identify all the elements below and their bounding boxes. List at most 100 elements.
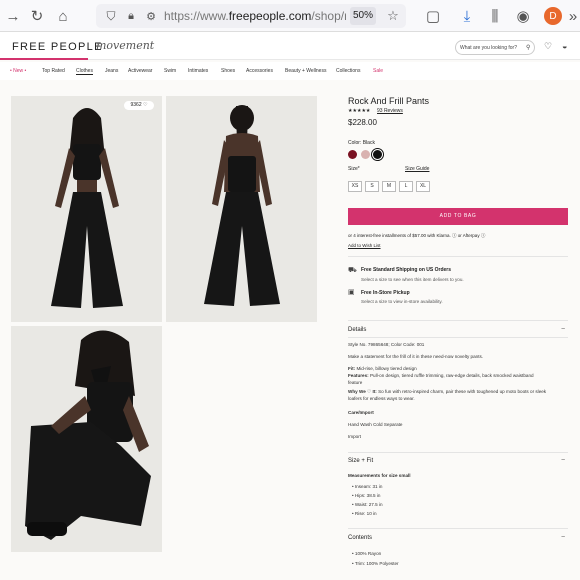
account-icon[interactable]: ◉ bbox=[514, 7, 532, 25]
care-heading: Care/Import bbox=[348, 410, 374, 415]
size-guide-link[interactable]: Size Guide bbox=[405, 166, 429, 172]
size-l[interactable]: L bbox=[399, 181, 413, 192]
import-text: Import bbox=[348, 434, 362, 439]
contents-item: • 100% Rayon bbox=[352, 551, 382, 556]
size-xl[interactable]: XL bbox=[416, 181, 430, 192]
nav-beauty[interactable]: Beauty + Wellness bbox=[285, 68, 326, 74]
movement-logo[interactable]: movement bbox=[96, 39, 154, 52]
nav-sale[interactable]: Sale bbox=[373, 68, 383, 74]
features-label: Features: bbox=[348, 373, 369, 378]
nav-shoes[interactable]: Shoes bbox=[221, 68, 235, 74]
menu-icon[interactable]: » bbox=[564, 7, 580, 25]
product-photo-back[interactable] bbox=[166, 96, 317, 322]
collapse-size-fit-icon[interactable]: − bbox=[561, 457, 565, 464]
pocket-icon[interactable]: ▢ bbox=[424, 7, 442, 25]
features-cont: feature bbox=[348, 380, 363, 385]
shipping-title: Free Standard Shipping on US Orders bbox=[361, 267, 452, 273]
store-pickup-icon: ▣ bbox=[348, 289, 355, 296]
permissions-icon[interactable]: ⚙ bbox=[142, 7, 160, 25]
search-icon[interactable]: ⚲ bbox=[526, 44, 530, 51]
measurement-item: • Rise: 10 in bbox=[352, 511, 377, 516]
bookmark-star-icon[interactable]: ☆ bbox=[384, 7, 402, 25]
brand-logo[interactable]: FREE PEOPLE bbox=[12, 41, 103, 53]
nav-clothes[interactable]: Clothes bbox=[76, 68, 93, 75]
why-cont: loafers for endless ways to wear. bbox=[348, 396, 415, 401]
details-heading[interactable]: Details bbox=[348, 327, 366, 333]
nav-intimates[interactable]: Intimates bbox=[188, 68, 208, 74]
reload-icon[interactable]: ↻ bbox=[28, 7, 46, 25]
measurement-item: • Hips: 38.5 in bbox=[352, 493, 381, 498]
fit-text: Mid-rise, billowy tiered design bbox=[356, 366, 417, 371]
home-icon[interactable]: ⌂ bbox=[54, 7, 72, 25]
url-path: /shop/ro bbox=[311, 9, 346, 23]
pickup-text: Select a size to view in-store availabil… bbox=[361, 299, 443, 304]
url-domain: freepeople.com bbox=[228, 9, 312, 23]
swatch-pink[interactable] bbox=[361, 150, 370, 159]
library-icon[interactable]: ⫼ bbox=[486, 7, 504, 25]
rayon-text: 100% Rayon bbox=[354, 551, 382, 556]
model-back-figure bbox=[204, 105, 280, 306]
model-front-figure bbox=[51, 108, 123, 308]
collapse-contents-icon[interactable]: − bbox=[561, 534, 565, 541]
size-fit-heading[interactable]: Size + Fit bbox=[348, 458, 373, 464]
divider bbox=[348, 256, 568, 257]
size-label: Size* bbox=[348, 166, 360, 172]
product-photo-seated[interactable] bbox=[11, 326, 162, 552]
collapse-details-icon[interactable]: − bbox=[561, 326, 565, 333]
care-text: Hand Wash Cold Separate bbox=[348, 422, 403, 427]
product-title: Rock And Frill Pants bbox=[348, 96, 430, 106]
size-s[interactable]: S bbox=[365, 181, 379, 192]
measurement-item: • Inseam: 31 in bbox=[352, 484, 383, 489]
style-number: Style No. 79865648; Color Code: 001 bbox=[348, 342, 425, 347]
nav-accessories[interactable]: Accessories bbox=[246, 68, 273, 74]
wishlist-heart-icon[interactable]: ♡ bbox=[544, 41, 552, 52]
browser-toolbar: → ↻ ⌂ ⛉ 🔒︎ ⚙ https://www.freepeople.com/… bbox=[0, 0, 580, 32]
reviews-link[interactable]: 93 Reviews bbox=[377, 108, 403, 114]
features-line: Features: Pull-on design, tiered ruffle … bbox=[348, 373, 534, 379]
nav-swim[interactable]: Swim bbox=[164, 68, 176, 74]
add-to-bag-button[interactable]: ADD TO BAG bbox=[348, 208, 568, 225]
search-input[interactable]: What are you looking for? bbox=[455, 40, 535, 55]
product-photo-front[interactable]: 9362 ♡ bbox=[11, 96, 162, 322]
product-tagline: Make a statement for the frill of it in … bbox=[348, 354, 484, 359]
inseam-text: Inseam: 31 in bbox=[354, 484, 383, 489]
nav-top-rated[interactable]: Top Rated bbox=[42, 68, 65, 74]
rise-text: Rise: 10 in bbox=[354, 511, 377, 516]
measurement-item: • Waist: 27.5 in bbox=[352, 502, 383, 507]
model-seated-figure bbox=[25, 330, 151, 540]
zoom-level[interactable]: 50% bbox=[350, 7, 376, 25]
trim-text: Trim: 100% Polyester bbox=[354, 561, 399, 566]
measurements-title: Measurements for size small bbox=[348, 473, 411, 478]
shipping-text: Select a size to see when this item deli… bbox=[361, 277, 464, 282]
download-icon[interactable]: ⤓ bbox=[458, 7, 476, 25]
swatch-black-selected[interactable] bbox=[373, 150, 382, 159]
add-to-wishlist-link[interactable]: Add to Wish List bbox=[348, 243, 381, 248]
cart-bag-icon[interactable]: ◒ bbox=[562, 41, 567, 51]
shield-icon[interactable]: ⛉ bbox=[102, 7, 120, 25]
nav-activewear[interactable]: Activewear bbox=[128, 68, 152, 74]
waist-text: Waist: 27.5 in bbox=[354, 502, 383, 507]
main-navigation: • New • Top Rated Clothes Jeans Activewe… bbox=[0, 62, 580, 80]
divider bbox=[348, 452, 568, 453]
divider bbox=[348, 337, 568, 338]
fit-line: Fit: Mid-rise, billowy tiered design bbox=[348, 366, 417, 372]
size-m[interactable]: M bbox=[382, 181, 396, 192]
size-xs[interactable]: XS bbox=[348, 181, 362, 192]
back-arrow-icon[interactable]: → bbox=[4, 7, 22, 25]
url-bar[interactable]: ⛉ 🔒︎ ⚙ https://www.freepeople.com/shop/r… bbox=[96, 4, 406, 28]
nav-jeans[interactable]: Jeans bbox=[105, 68, 118, 74]
divider bbox=[348, 528, 568, 529]
lock-icon[interactable]: 🔒︎ bbox=[122, 7, 140, 25]
hips-text: Hips: 38.5 in bbox=[354, 493, 381, 498]
likes-badge[interactable]: 9362 ♡ bbox=[124, 101, 154, 110]
contents-heading[interactable]: Contents bbox=[348, 535, 372, 541]
why-line: Why We ♡ It: So fun with retro-inspired … bbox=[348, 389, 546, 395]
brand-underline bbox=[0, 58, 88, 60]
url-prefix: https://www. bbox=[164, 9, 229, 23]
swatch-red[interactable] bbox=[348, 150, 357, 159]
truck-icon: ⛟ bbox=[348, 267, 357, 274]
fit-label: Fit: bbox=[348, 366, 356, 371]
nav-new[interactable]: • New • bbox=[10, 68, 26, 74]
nav-collections[interactable]: Collections bbox=[336, 68, 360, 74]
extension-icon[interactable]: D bbox=[544, 7, 562, 25]
